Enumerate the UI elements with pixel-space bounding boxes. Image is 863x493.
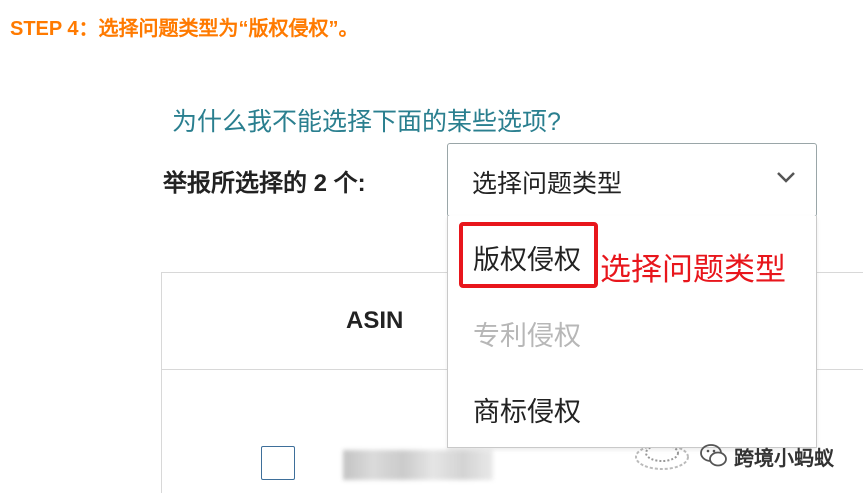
row-checkbox[interactable] [261,446,295,480]
report-count-label: 举报所选择的 2 个: [163,170,366,197]
select-value: 选择问题类型 [472,170,623,198]
help-link[interactable]: 为什么我不能选择下面的某些选项? [172,102,561,138]
issue-type-select[interactable]: 选择问题类型 [447,143,817,217]
chevron-down-icon [777,172,795,183]
highlight-box [459,222,598,288]
watermark: 跨境小蚂蚁 [700,441,834,471]
column-header-asin: ASIN [346,307,404,334]
watermark-text: 跨境小蚂蚁 [734,447,834,470]
annotation-label: 选择问题类型 [600,252,786,287]
step-title: STEP 4：选择问题类型为“版权侵权”。 [10,18,359,40]
option-patent-infringement: 专利侵权 [473,321,581,351]
wechat-icon [700,444,727,467]
blurred-asin-value [343,450,493,480]
option-trademark-infringement[interactable]: 商标侵权 [473,390,581,429]
